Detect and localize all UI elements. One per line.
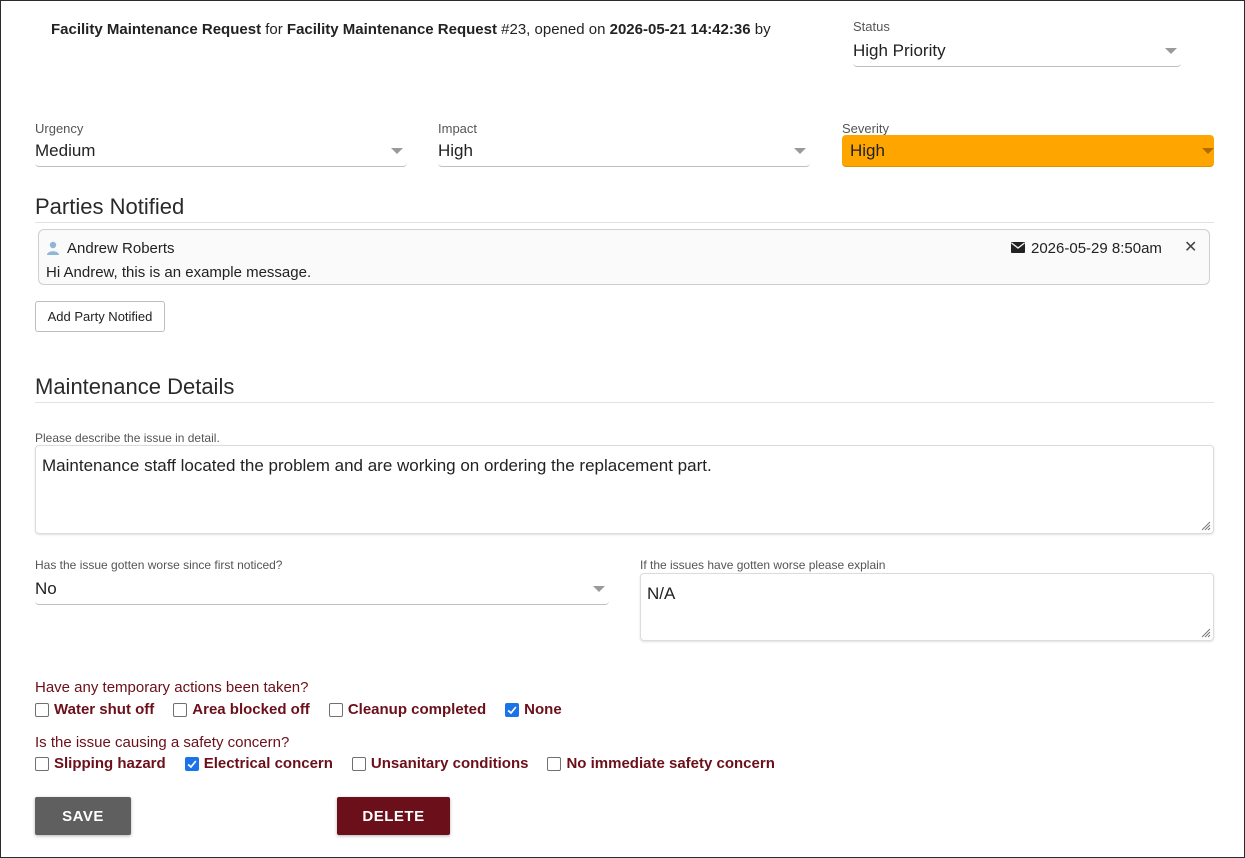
for-word: for (265, 21, 283, 38)
checkbox-area-blocked-off[interactable]: Area blocked off (173, 701, 310, 718)
checkbox-slipping-hazard[interactable]: Slipping hazard (35, 755, 166, 772)
by-word: by (754, 21, 771, 38)
safety-group: Slipping hazard Electrical concern Unsan… (35, 755, 794, 772)
checkbox-box[interactable] (173, 702, 188, 717)
party-name: Andrew Roberts (67, 240, 175, 257)
delete-button[interactable]: DELETE (337, 797, 450, 835)
form-name: Facility Maintenance Request (51, 21, 262, 38)
checkbox-label: None (524, 701, 562, 718)
status-select[interactable]: High Priority (853, 35, 1181, 67)
details-title: Maintenance Details (35, 374, 235, 399)
urgency-value: Medium (35, 140, 96, 160)
severity-select[interactable]: High (842, 135, 1214, 167)
request-name: Facility Maintenance Request (286, 21, 497, 38)
resize-grip-icon[interactable] (1199, 519, 1211, 531)
temporary-actions-group: Water shut off Area blocked off Cleanup … (35, 701, 581, 718)
chevron-down-icon (794, 147, 806, 154)
impact-label: Impact (438, 121, 478, 136)
checkbox-label: Cleanup completed (347, 701, 487, 718)
party-message: Hi Andrew, this is an example message. (46, 264, 312, 281)
request-number: #23, opened on (501, 21, 606, 38)
checkmark-icon (507, 705, 517, 714)
checkbox-label: Slipping hazard (54, 755, 166, 772)
worse-label: Has the issue gotten worse since first n… (35, 558, 283, 572)
envelope-icon (1011, 242, 1025, 253)
checkbox-box[interactable] (505, 702, 520, 717)
explain-textarea[interactable]: N/A (640, 573, 1214, 641)
resize-grip-icon[interactable] (1199, 626, 1211, 638)
severity-label: Severity (842, 121, 889, 136)
close-icon[interactable]: ✕ (1184, 237, 1197, 257)
chevron-down-icon (1165, 47, 1177, 54)
person-icon (47, 241, 59, 255)
party-sent-date: 2026-05-29 8:50am (1031, 240, 1162, 257)
checkbox-box[interactable] (547, 756, 562, 771)
severity-value: High (850, 140, 885, 160)
explain-value: N/A (647, 584, 676, 603)
request-header: Facility Maintenance Request for Facilit… (51, 21, 771, 38)
save-button[interactable]: SAVE (35, 797, 131, 835)
checkbox-label: Electrical concern (203, 755, 333, 772)
worse-select[interactable]: No (35, 573, 609, 605)
add-party-button[interactable]: Add Party Notified (35, 301, 165, 332)
parties-title: Parties Notified (35, 194, 185, 219)
chevron-down-icon (593, 585, 605, 592)
chevron-down-icon (1202, 147, 1214, 154)
checkbox-electrical-concern[interactable]: Electrical concern (184, 755, 333, 772)
urgency-label: Urgency (35, 121, 84, 136)
checkbox-box[interactable] (351, 756, 366, 771)
checkmark-icon (187, 759, 197, 768)
checkbox-cleanup-completed[interactable]: Cleanup completed (328, 701, 487, 718)
safety-question: Is the issue causing a safety concern? (35, 734, 290, 751)
form-frame: Facility Maintenance Request for Facilit… (0, 0, 1245, 858)
chevron-down-icon (391, 147, 403, 154)
worse-value: No (35, 578, 57, 598)
checkbox-box[interactable] (35, 756, 49, 771)
checkbox-water-shut-off[interactable]: Water shut off (35, 701, 154, 718)
checkbox-label: Unsanitary conditions (370, 755, 529, 772)
describe-value: Maintenance staff located the problem an… (42, 456, 712, 475)
checkbox-no-immediate-safety-concern[interactable]: No immediate safety concern (547, 755, 775, 772)
impact-select[interactable]: High (438, 135, 810, 167)
checkbox-label: Area blocked off (192, 701, 310, 718)
status-label: Status (853, 19, 890, 34)
status-value: High Priority (853, 40, 946, 60)
party-card: Andrew Roberts Hi Andrew, this is an exa… (38, 229, 1210, 285)
checkbox-box[interactable] (328, 702, 343, 717)
impact-value: High (438, 140, 473, 160)
section-divider (35, 222, 1214, 223)
temporary-actions-question: Have any temporary actions been taken? (35, 679, 309, 696)
checkbox-unsanitary-conditions[interactable]: Unsanitary conditions (351, 755, 529, 772)
checkbox-label: No immediate safety concern (566, 755, 775, 772)
describe-textarea[interactable]: Maintenance staff located the problem an… (35, 445, 1214, 534)
opened-timestamp: 2026-05-21 14:42:36 (609, 21, 751, 38)
checkbox-box[interactable] (35, 702, 49, 717)
urgency-select[interactable]: Medium (35, 135, 407, 167)
describe-label: Please describe the issue in detail. (35, 431, 220, 445)
section-divider (35, 402, 1214, 403)
checkbox-box[interactable] (184, 756, 199, 771)
checkbox-label: Water shut off (54, 701, 155, 718)
checkbox-none[interactable]: None (505, 701, 562, 718)
explain-label: If the issues have gotten worse please e… (640, 558, 886, 572)
